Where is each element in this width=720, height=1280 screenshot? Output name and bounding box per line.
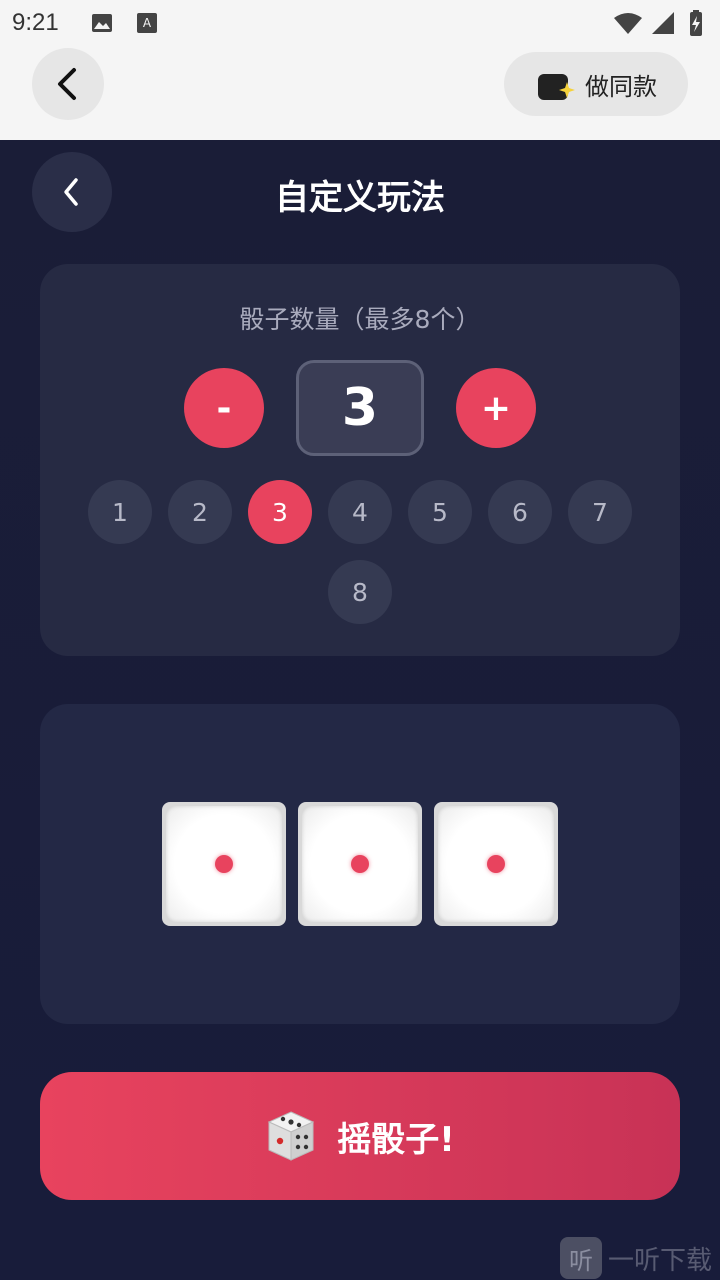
count-option-1[interactable]: 1 (88, 480, 152, 544)
count-option-8[interactable]: 8 (328, 560, 392, 624)
svg-text:A: A (143, 16, 152, 30)
app-root: 9:21 A 做同款 自定义玩法 骰子数量（最多8个） - 3 + 1 2 3 … (0, 0, 720, 1280)
die-3 (434, 802, 558, 926)
die-pip (487, 855, 505, 873)
increase-button[interactable]: + (456, 368, 536, 448)
die-1 (162, 802, 286, 926)
count-option-6[interactable]: 6 (488, 480, 552, 544)
die-2 (298, 802, 422, 926)
status-time: 9:21 (12, 9, 59, 36)
count-option-4[interactable]: 4 (328, 480, 392, 544)
dice-count-card: 骰子数量（最多8个） - 3 + 1 2 3 4 5 6 7 8 (40, 264, 680, 656)
dice-display-card (40, 704, 680, 1024)
sparkle-card-icon (538, 74, 575, 100)
decrease-button[interactable]: - (184, 368, 264, 448)
count-option-7[interactable]: 7 (568, 480, 632, 544)
count-option-2[interactable]: 2 (168, 480, 232, 544)
dice-count-label: 骰子数量（最多8个） (239, 305, 481, 334)
watermark-text: 一听下载 (608, 1245, 713, 1276)
status-signal-icons (614, 10, 702, 36)
arrow-left-icon (58, 68, 76, 100)
die-pip (351, 855, 369, 873)
count-option-3[interactable]: 3 (248, 480, 312, 544)
font-notification-icon: A (137, 13, 157, 33)
page-title: 自定义玩法 (275, 178, 445, 218)
die-pip (215, 855, 233, 873)
watermark-logo: 听 (560, 1237, 602, 1279)
make-same-label: 做同款 (585, 73, 657, 101)
roll-dice-button[interactable]: 摇骰子! (40, 1072, 680, 1200)
count-option-5[interactable]: 5 (408, 480, 472, 544)
app-bar: 做同款 (0, 48, 720, 140)
dice-icon (268, 1111, 315, 1161)
make-same-button[interactable]: 做同款 (504, 52, 688, 116)
die-face (302, 806, 418, 922)
dice-count-value: 3 (296, 360, 424, 456)
watermark: 听 一听下载 (560, 1236, 720, 1280)
die-face (166, 806, 282, 922)
app-back-button[interactable] (32, 48, 104, 120)
image-notification-icon (92, 14, 112, 32)
custom-play-page: 自定义玩法 骰子数量（最多8个） - 3 + 1 2 3 4 5 6 7 8 摇… (0, 140, 720, 1280)
roll-dice-label: 摇骰子! (337, 1119, 455, 1160)
die-face (438, 806, 554, 922)
status-bar: 9:21 A (0, 0, 720, 48)
